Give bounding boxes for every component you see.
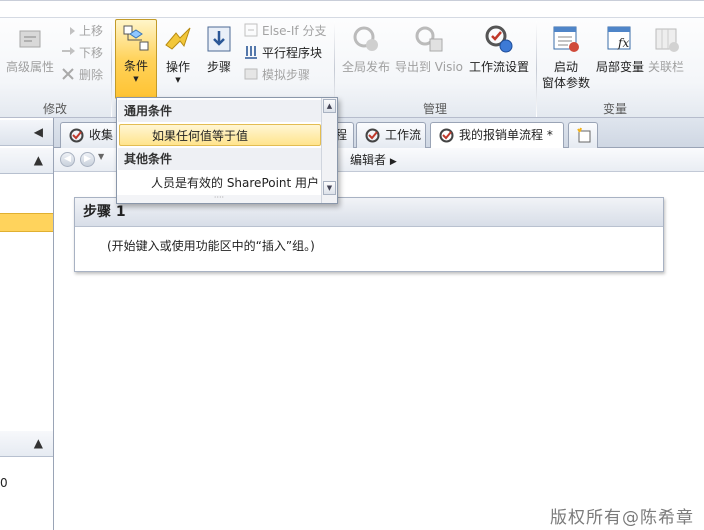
else-if-branch-button[interactable]: Else-If 分支 xyxy=(243,21,326,41)
delete-icon xyxy=(62,68,74,80)
publish-globally-button[interactable]: 全局发布 xyxy=(340,21,392,75)
workflow-icon xyxy=(69,128,84,143)
chevron-down-icon: ▼ xyxy=(175,76,181,84)
variables-group-label: 变量 xyxy=(602,102,627,116)
move-up-button[interactable]: 上移 xyxy=(60,21,103,41)
tab-workflow[interactable]: 工作流 xyxy=(356,122,426,148)
chevron-down-icon[interactable]: ▼ xyxy=(98,152,104,161)
condition-dropdown-menu: 通用条件 如果任何值等于值 其他条件 人员是有效的 SharePoint 用户 … xyxy=(116,97,338,204)
menu-item-if-any-value-equals[interactable]: 如果任何值等于值 xyxy=(119,124,321,146)
publish-globally-icon xyxy=(353,26,378,51)
selected-nav-item[interactable] xyxy=(0,213,53,232)
step-icon xyxy=(207,26,231,52)
navigation-section-header: ▲ xyxy=(0,148,53,174)
dropdown-scrollbar[interactable]: ▲ ▼ xyxy=(321,98,337,203)
menu-item-person-is-valid-sharepoint-user[interactable]: 人员是有效的 SharePoint 用户 xyxy=(119,172,321,194)
action-button[interactable]: 操作 ▼ xyxy=(160,21,196,85)
chevron-up-icon[interactable]: ▲ xyxy=(34,153,43,167)
tab-my-expense-workflow[interactable]: 我的报销单流程 * xyxy=(430,122,564,149)
other-conditions-header: 其他条件 xyxy=(118,148,322,170)
svg-text:fx: fx xyxy=(617,36,629,50)
association-columns-button[interactable]: 关联栏 xyxy=(646,21,686,75)
workflow-settings-icon xyxy=(485,25,513,53)
workflow-icon xyxy=(365,128,380,143)
advanced-properties-button[interactable]: 高级属性 xyxy=(4,21,56,75)
navigation-section-header-2: ▲ xyxy=(0,431,53,457)
condition-button[interactable]: 条件 ▼ xyxy=(115,19,157,99)
export-to-visio-icon xyxy=(415,26,443,52)
association-columns-icon xyxy=(655,28,679,52)
parallel-block-icon xyxy=(245,46,257,59)
workflow-settings-button[interactable]: 工作流设置 xyxy=(466,21,532,75)
common-conditions-header: 通用条件 xyxy=(118,100,322,122)
local-variables-icon: fx xyxy=(607,26,631,50)
export-to-visio-button[interactable]: 导出到 Visio xyxy=(394,21,464,75)
step-container[interactable]: 步骤 1 (开始键入或使用功能区中的“插入”组。) xyxy=(74,197,664,272)
breadcrumb-editor[interactable]: 编辑者 ▶ xyxy=(350,151,397,168)
impersonation-step-icon xyxy=(244,68,258,80)
else-if-branch-icon xyxy=(244,23,258,37)
delete-button[interactable]: 删除 xyxy=(60,65,103,85)
ribbon-tab-strip xyxy=(0,1,704,18)
advanced-properties-icon xyxy=(19,30,41,48)
initiation-form-parameters-icon xyxy=(553,26,579,52)
new-tab-button[interactable] xyxy=(568,122,598,148)
move-up-icon xyxy=(62,27,75,35)
chevron-down-icon: ▼ xyxy=(133,75,139,83)
move-down-button[interactable]: 下移 xyxy=(60,43,103,63)
scroll-down-icon[interactable]: ▼ xyxy=(323,181,336,195)
move-down-icon xyxy=(62,47,75,55)
scroll-up-icon[interactable]: ▲ xyxy=(323,99,336,113)
resize-grip-icon[interactable]: ···· xyxy=(117,194,321,203)
step-placeholder[interactable]: (开始键入或使用功能区中的“插入”组。) xyxy=(75,227,663,254)
navigation-pane-header: ◀ xyxy=(0,120,53,146)
local-variables-button[interactable]: fx 局部变量 xyxy=(594,21,646,75)
chevron-up-icon[interactable]: ▲ xyxy=(34,436,43,450)
initiation-form-parameters-button[interactable]: 启动 窗体参数 xyxy=(540,21,592,91)
action-icon xyxy=(165,27,191,50)
copyright-watermark: 版权所有@陈希章 xyxy=(550,508,694,528)
navigation-pane: ◀ ▲ ▲ 0 xyxy=(0,118,54,530)
ribbon: 高级属性 上移 下移 删除 修改 条件 ▼ 操作 ▼ 步骤 Else-If 分支… xyxy=(0,0,704,118)
group-separator xyxy=(536,21,537,117)
impersonation-step-button[interactable]: 模拟步骤 xyxy=(243,65,310,85)
workflow-icon xyxy=(439,128,454,143)
forward-icon[interactable]: ▶ xyxy=(80,152,95,167)
manage-group-label: 管理 xyxy=(422,102,447,116)
new-tab-icon xyxy=(577,127,591,143)
collapse-left-icon[interactable]: ◀ xyxy=(34,125,43,139)
left-panel-value: 0 xyxy=(0,476,8,490)
parallel-block-button[interactable]: 平行程序块 xyxy=(243,43,322,63)
chevron-right-icon: ▶ xyxy=(389,157,397,167)
group-separator xyxy=(111,21,112,117)
back-icon[interactable]: ◀ xyxy=(60,152,75,167)
step-button[interactable]: 步骤 xyxy=(202,21,236,75)
edit-group-label: 修改 xyxy=(42,102,67,116)
condition-icon xyxy=(123,25,149,51)
